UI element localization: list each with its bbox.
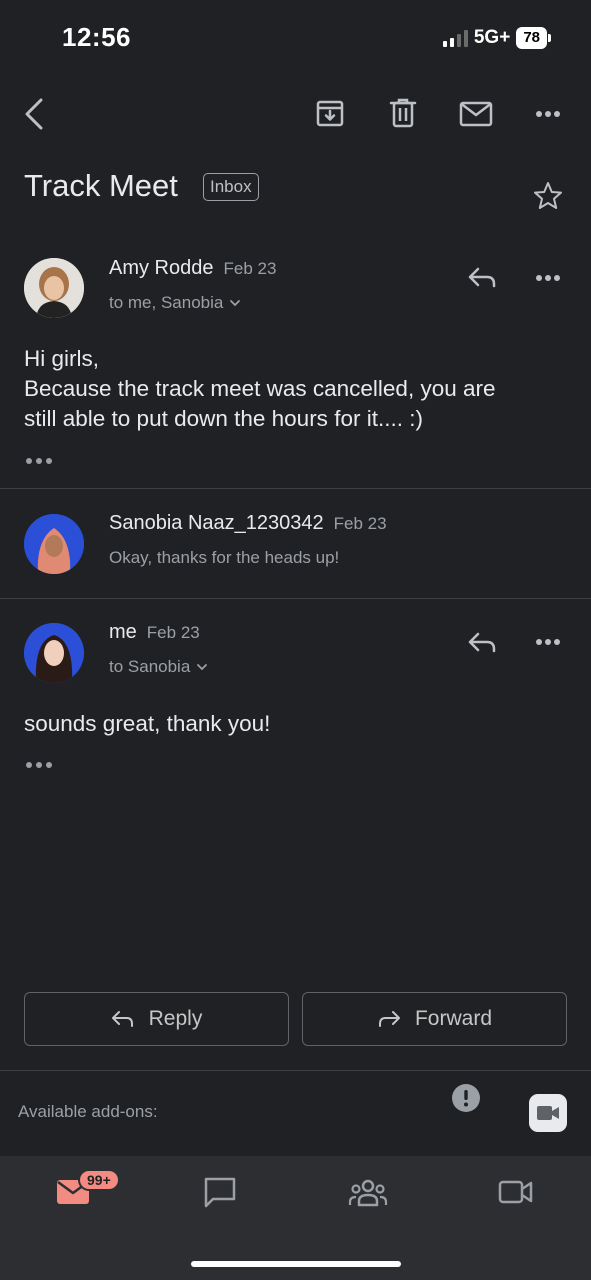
reply-icon <box>468 632 496 653</box>
battery-level: 78 <box>516 27 547 49</box>
more-icon <box>26 458 52 464</box>
reply-icon <box>468 267 496 288</box>
body-line: Because the track meet was cancelled, yo… <box>24 376 496 401</box>
message-snippet[interactable]: Okay, thanks for the heads up! <box>109 548 339 568</box>
battery-icon: 78 <box>516 27 551 49</box>
recipients-toggle-3[interactable]: to Sanobia <box>109 657 208 677</box>
sender-name: me <box>109 621 137 643</box>
sender-name: Sanobia Naaz_1230342 <box>109 512 324 534</box>
mail-unread-badge: 99+ <box>78 1169 120 1191</box>
nav-meet-tab[interactable] <box>498 1178 534 1206</box>
thread-subject: Track Meet <box>24 168 178 203</box>
nav-chat-tab[interactable] <box>202 1175 238 1209</box>
video-icon <box>498 1180 533 1204</box>
avatar-sanobia[interactable] <box>24 514 84 574</box>
reply-label: Reply <box>148 1007 203 1030</box>
message-date: Feb 23 <box>223 259 277 278</box>
alert-icon <box>452 1084 480 1112</box>
reply-icon <box>111 1011 133 1027</box>
chat-icon <box>204 1177 236 1208</box>
show-quoted-button-3[interactable] <box>24 758 54 772</box>
body-line: still able to put down the hours for it.… <box>24 406 423 431</box>
divider <box>0 488 591 489</box>
people-icon <box>348 1179 388 1207</box>
message-header-3[interactable]: me Feb 23 <box>109 621 200 644</box>
chevron-down-icon <box>197 664 208 671</box>
message-date: Feb 23 <box>333 514 387 533</box>
forward-label: Forward <box>414 1007 493 1030</box>
inbox-label-chip[interactable]: Inbox <box>203 173 259 201</box>
forward-icon <box>378 1011 400 1027</box>
recipients-text: to Sanobia <box>109 657 191 676</box>
mail-icon <box>459 101 493 127</box>
more-icon <box>536 639 560 645</box>
body-line: Hi girls, <box>24 346 100 371</box>
more-options-button[interactable] <box>530 104 566 124</box>
body-line: sounds great, thank you! <box>24 711 271 736</box>
more-icon <box>536 111 560 117</box>
avatar-me[interactable] <box>24 623 84 683</box>
network-type: 5G+ <box>473 27 511 48</box>
message-header-1[interactable]: Amy Rodde Feb 23 <box>109 257 276 280</box>
addons-label: Available add-ons: <box>18 1102 158 1121</box>
status-indicators: 5G+ 78 <box>442 27 551 49</box>
status-time: 12:56 <box>62 22 131 52</box>
show-quoted-button-1[interactable] <box>24 454 54 468</box>
reply-button[interactable]: Reply <box>24 992 289 1046</box>
reply-button-3[interactable] <box>462 625 502 659</box>
avatar-amy-rodde[interactable] <box>24 258 84 318</box>
chevron-down-icon <box>230 300 241 307</box>
archive-icon <box>316 100 344 127</box>
forward-button[interactable]: Forward <box>302 992 567 1046</box>
video-icon <box>529 1094 567 1132</box>
message-more-button-3[interactable] <box>530 632 566 652</box>
divider <box>0 598 591 599</box>
recipients-text: to me, Sanobia <box>109 293 224 312</box>
message-header-2[interactable]: Sanobia Naaz_1230342 Feb 23 <box>109 512 387 535</box>
home-indicator <box>191 1261 401 1267</box>
sender-name: Amy Rodde <box>109 257 214 279</box>
message-body-1: Hi girls, Because the track meet was can… <box>24 344 496 434</box>
trash-icon <box>389 98 417 128</box>
divider <box>0 1070 591 1071</box>
archive-button[interactable] <box>312 95 348 131</box>
star-icon <box>534 182 562 209</box>
delete-button[interactable] <box>386 95 420 131</box>
more-icon <box>536 275 560 281</box>
mark-unread-button[interactable] <box>456 97 496 131</box>
addon-alert-button[interactable] <box>450 1082 482 1114</box>
more-icon <box>26 762 52 768</box>
nav-spaces-tab[interactable] <box>348 1178 388 1208</box>
back-arrow-icon <box>25 98 43 130</box>
message-more-button-1[interactable] <box>530 268 566 288</box>
back-button[interactable] <box>16 94 52 134</box>
star-button[interactable] <box>530 178 566 214</box>
message-body-3: sounds great, thank you! <box>24 709 270 739</box>
signal-icon <box>442 29 468 47</box>
message-date: Feb 23 <box>146 623 200 642</box>
recipients-toggle-1[interactable]: to me, Sanobia <box>109 293 241 313</box>
reply-button-1[interactable] <box>462 260 502 294</box>
addon-meet-button[interactable] <box>529 1094 567 1132</box>
